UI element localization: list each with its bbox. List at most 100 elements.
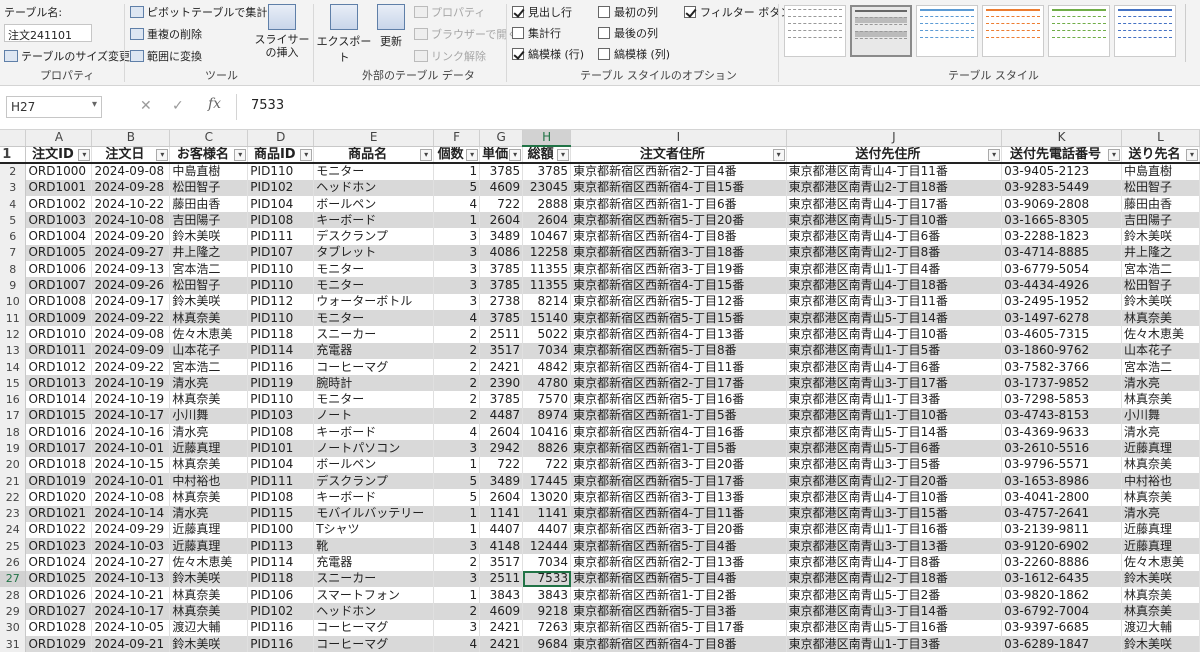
cell-l26[interactable]: 佐々木恵美	[1121, 554, 1200, 571]
cell-a26[interactable]: ORD1024	[25, 554, 93, 571]
cell-f7[interactable]: 3	[433, 244, 481, 262]
cell-k19[interactable]: 03-2610-5516	[1001, 440, 1122, 457]
cell-l21[interactable]: 中村裕也	[1121, 472, 1200, 490]
first-column-checkbox[interactable]: 最初の列	[598, 4, 658, 20]
cell-g4[interactable]: 722	[479, 195, 524, 213]
cell-c16[interactable]: 林真奈美	[169, 391, 249, 408]
cell-c2[interactable]: 中島直樹	[169, 163, 249, 180]
cell-e23[interactable]: モバイルバッテリー	[313, 505, 435, 522]
cell-b8[interactable]: 2024-09-13	[91, 261, 171, 278]
cell-k28[interactable]: 03-9820-1862	[1001, 587, 1122, 604]
filter-dropdown-icon[interactable]: ▾	[988, 148, 1001, 161]
cell-h29[interactable]: 9218	[522, 603, 572, 620]
cell-i13[interactable]: 東京都新宿区西新宿5-丁目8番	[570, 342, 787, 359]
row-header[interactable]: 27	[0, 570, 27, 588]
cell-d18[interactable]: PID108	[247, 424, 315, 441]
cell-c6[interactable]: 鈴木美咲	[169, 228, 249, 245]
cell-j30[interactable]: 東京都港区南青山5-丁目16番	[786, 619, 1003, 636]
cell-h21[interactable]: 17445	[522, 472, 572, 490]
column-header-b[interactable]: B	[91, 130, 171, 147]
name-box[interactable]: H27	[6, 96, 102, 118]
cell-a27[interactable]: ORD1025	[25, 570, 93, 588]
filter-dropdown-icon[interactable]: ▾	[300, 148, 313, 161]
cell-j23[interactable]: 東京都港区南青山3-丁目15番	[786, 505, 1003, 522]
cell-a21[interactable]: ORD1019	[25, 472, 93, 490]
cell-f11[interactable]: 4	[433, 309, 481, 327]
cell-b13[interactable]: 2024-09-09	[91, 342, 171, 359]
filter-button-checkbox[interactable]: フィルター ボタン	[684, 4, 791, 20]
cell-g11[interactable]: 3785	[479, 309, 524, 327]
cell-j10[interactable]: 東京都港区南青山3-丁目11番	[786, 293, 1003, 310]
column-header-d[interactable]: D	[247, 130, 315, 147]
cell-e18[interactable]: キーボード	[313, 424, 435, 441]
table-header-cell[interactable]: 商品ID ▾	[247, 146, 315, 165]
row-header[interactable]: 9	[0, 277, 27, 294]
cell-h28[interactable]: 3843	[522, 587, 572, 604]
cell-b25[interactable]: 2024-10-03	[91, 538, 171, 555]
cell-b29[interactable]: 2024-10-17	[91, 603, 171, 620]
cell-a4[interactable]: ORD1002	[25, 195, 93, 213]
properties-button[interactable]: プロパティ	[414, 4, 485, 20]
cell-e27[interactable]: スニーカー	[313, 570, 435, 588]
cell-e28[interactable]: スマートフォン	[313, 587, 435, 604]
table-header-cell[interactable]: お客様名 ▾	[169, 146, 249, 165]
row-header[interactable]: 20	[0, 456, 27, 473]
cell-k29[interactable]: 03-6792-7004	[1001, 603, 1122, 620]
cell-i19[interactable]: 東京都新宿区西新宿1-丁目5番	[570, 440, 787, 457]
cell-h13[interactable]: 7034	[522, 342, 572, 359]
column-header-e[interactable]: E	[313, 130, 435, 147]
cell-g18[interactable]: 2604	[479, 424, 524, 441]
cell-a24[interactable]: ORD1022	[25, 521, 93, 539]
cell-f20[interactable]: 1	[433, 456, 481, 473]
cell-b18[interactable]: 2024-10-16	[91, 424, 171, 441]
table-style-swatch-selected[interactable]	[850, 5, 912, 57]
cell-f31[interactable]: 4	[433, 635, 481, 653]
row-header[interactable]: 14	[0, 358, 27, 376]
cell-c11[interactable]: 林真奈美	[169, 309, 249, 327]
cell-c15[interactable]: 清水亮	[169, 375, 249, 392]
cell-e3[interactable]: ヘッドホン	[313, 179, 435, 196]
cell-c10[interactable]: 鈴木美咲	[169, 293, 249, 310]
cell-i28[interactable]: 東京都新宿区西新宿1-丁目2番	[570, 587, 787, 604]
cell-l15[interactable]: 清水亮	[1121, 375, 1200, 392]
cell-k22[interactable]: 03-4041-2800	[1001, 489, 1122, 506]
cell-g20[interactable]: 722	[479, 456, 524, 473]
cell-a22[interactable]: ORD1020	[25, 489, 93, 506]
cell-d15[interactable]: PID119	[247, 375, 315, 392]
cell-d17[interactable]: PID103	[247, 407, 315, 425]
cell-e9[interactable]: モニター	[313, 277, 435, 294]
cell-i7[interactable]: 東京都新宿区西新宿3-丁目18番	[570, 244, 787, 262]
cell-d2[interactable]: PID110	[247, 163, 315, 180]
row-header[interactable]: 16	[0, 391, 27, 408]
header-row-checkbox[interactable]: 見出し行	[512, 4, 572, 20]
cell-k18[interactable]: 03-4369-9633	[1001, 424, 1122, 441]
cell-b19[interactable]: 2024-10-01	[91, 440, 171, 457]
cell-h23[interactable]: 1141	[522, 505, 572, 522]
cell-l10[interactable]: 鈴木美咲	[1121, 293, 1200, 310]
column-header-a[interactable]: A	[25, 130, 93, 147]
cell-f9[interactable]: 3	[433, 277, 481, 294]
cell-a23[interactable]: ORD1021	[25, 505, 93, 522]
cell-f16[interactable]: 2	[433, 391, 481, 408]
cell-a20[interactable]: ORD1018	[25, 456, 93, 473]
cell-c17[interactable]: 小川舞	[169, 407, 249, 425]
cancel-icon[interactable]: ✕	[140, 98, 152, 114]
column-header-i[interactable]: I	[570, 130, 787, 147]
cell-d4[interactable]: PID104	[247, 195, 315, 213]
cell-h10[interactable]: 8214	[522, 293, 572, 310]
cell-h27[interactable]: 7533	[522, 570, 572, 588]
total-row-checkbox[interactable]: 集計行	[512, 25, 561, 41]
cell-k2[interactable]: 03-9405-2123	[1001, 163, 1122, 180]
column-header-h[interactable]: H	[522, 130, 572, 148]
cell-c9[interactable]: 松田智子	[169, 277, 249, 294]
cell-b15[interactable]: 2024-10-19	[91, 375, 171, 392]
cell-g28[interactable]: 3843	[479, 587, 524, 604]
cell-j20[interactable]: 東京都港区南青山3-丁目5番	[786, 456, 1003, 473]
cell-k21[interactable]: 03-1653-8986	[1001, 472, 1122, 490]
cell-f24[interactable]: 1	[433, 521, 481, 539]
cell-k8[interactable]: 03-6779-5054	[1001, 261, 1122, 278]
row-header[interactable]: 15	[0, 375, 27, 392]
cell-d23[interactable]: PID115	[247, 505, 315, 522]
cell-i2[interactable]: 東京都新宿区西新宿2-丁目4番	[570, 163, 787, 180]
cell-i3[interactable]: 東京都新宿区西新宿4-丁目15番	[570, 179, 787, 196]
